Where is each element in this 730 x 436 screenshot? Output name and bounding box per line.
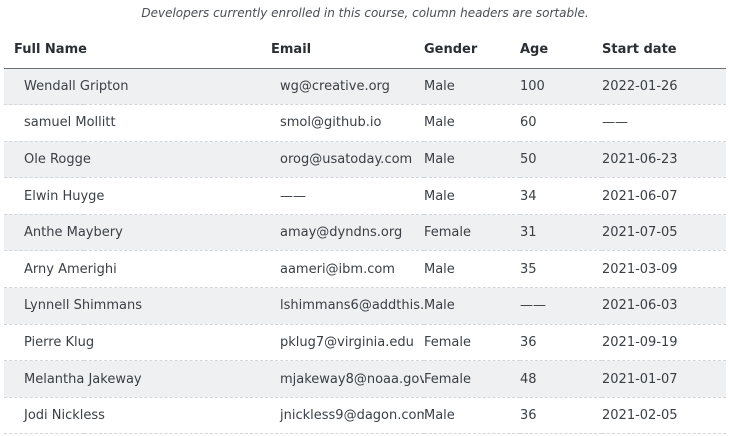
cell-start-date: 2021-06-07 xyxy=(602,188,678,204)
table-row: Lynnell Shimmanslshimmans6@addthis.comMa… xyxy=(4,287,726,325)
table-caption: Developers currently enrolled in this co… xyxy=(141,6,589,20)
cell-full-name: Wendall Gripton xyxy=(24,78,129,94)
header-full-name[interactable]: Full Name xyxy=(4,32,87,69)
cell-gender: Male xyxy=(424,261,455,277)
table-row: Arny Amerighi aameri@ibm.com Male 35 2021-03… xyxy=(4,251,726,288)
table-body: Wendall Gripton wg@creative.org Male 100 202… xyxy=(4,68,726,434)
cell-age: 31 xyxy=(520,225,537,241)
cell-email: jnickless9@dagon.com xyxy=(280,408,424,424)
cell-email: pklug7@virginia.edu xyxy=(280,334,414,350)
header-start-date[interactable]: Start date xyxy=(602,32,726,69)
cell-full-name: Lynnell Shimmans xyxy=(24,298,142,314)
cell-full-name: Ole Rogge xyxy=(24,151,91,167)
table-row: Anthe Maybery amay@dyndns.org Female 31 2021… xyxy=(4,214,726,251)
cell-email: aameri@ibm.com xyxy=(280,261,395,277)
cell-gender: Male xyxy=(424,408,455,424)
table-row: Ole Rogge orog@usatoday.com Male 50 2021-06-… xyxy=(4,141,726,178)
cell-email: amay@dyndns.org xyxy=(280,225,403,241)
cell-start-date: —— xyxy=(602,115,628,131)
table-row: samuel Mollitt smol@github.io Male 60 —— xyxy=(4,105,726,142)
cell-full-name: Elwin Huyge xyxy=(24,188,105,204)
cell-full-name: Pierre Klug xyxy=(24,334,95,350)
cell-age: —— xyxy=(520,298,546,314)
cell-age: 50 xyxy=(520,151,537,167)
cell-full-name: Arny Amerighi xyxy=(24,261,117,277)
cell-gender: Male xyxy=(424,298,455,314)
header-gender[interactable]: Gender xyxy=(424,32,520,69)
cell-age: 48 xyxy=(520,371,537,387)
header-age[interactable]: Age xyxy=(520,32,602,69)
cell-gender: Male xyxy=(424,78,455,94)
cell-age: 34 xyxy=(520,188,537,204)
table-row: Melantha Jakeway mjakeway8@noaa.gov Female… xyxy=(4,360,726,398)
header-row: Full Name Email Gender Age Start date xyxy=(4,32,726,69)
cell-email: orog@usatoday.com xyxy=(280,151,413,167)
cell-age: 36 xyxy=(520,408,537,424)
cell-email: —— xyxy=(280,188,306,204)
cell-gender: Male xyxy=(424,188,455,204)
cell-gender: Female xyxy=(424,371,472,387)
cell-start-date: 2021-09-19 xyxy=(602,334,678,350)
cell-start-date: 2022-01-26 xyxy=(602,78,678,94)
cell-age: 35 xyxy=(520,261,537,277)
cell-start-date: 2021-06-03 xyxy=(602,298,678,314)
cell-gender: Male xyxy=(424,115,455,131)
cell-age: 36 xyxy=(520,334,537,350)
cell-email: wg@creative.org xyxy=(280,78,390,94)
cell-gender: Female xyxy=(424,334,472,350)
cell-full-name: Melantha Jakeway xyxy=(24,371,142,387)
table-header: Full Name Email Gender Age Start date xyxy=(4,32,726,69)
cell-start-date: 2021-07-05 xyxy=(602,225,678,241)
table-row: Jodi Nickless jnickless9@dagon.com Male 36 2… xyxy=(4,397,726,434)
cell-start-date: 2021-02-05 xyxy=(602,408,678,424)
cell-full-name: Jodi Nickless xyxy=(24,408,105,424)
header-email[interactable]: Email xyxy=(84,32,424,69)
table-row: Pierre Klug pklug7@virginia.edu Female 36 20… xyxy=(4,324,726,361)
cell-age: 100 xyxy=(520,78,545,94)
cell-email: smol@github.io xyxy=(280,115,382,131)
developers-table-view: Developers currently enrolled in this co… xyxy=(0,0,730,436)
cell-age: 60 xyxy=(520,115,537,131)
table-row: Elwin Huyge —— Male 34 2021-06-07 xyxy=(4,178,726,215)
cell-start-date: 2021-06-23 xyxy=(602,151,678,167)
cell-start-date: 2021-03-09 xyxy=(602,261,678,277)
cell-start-date: 2021-01-07 xyxy=(602,371,678,387)
cell-gender: Female xyxy=(424,225,472,241)
cell-full-name: samuel Mollitt xyxy=(24,115,116,131)
cell-gender: Male xyxy=(424,151,455,167)
developers-table: Full Name Email Gender Age Start date We… xyxy=(4,32,726,434)
cell-full-name: Anthe Maybery xyxy=(24,225,123,241)
table-row: Wendall Gripton wg@creative.org Male 100 202… xyxy=(4,68,726,105)
